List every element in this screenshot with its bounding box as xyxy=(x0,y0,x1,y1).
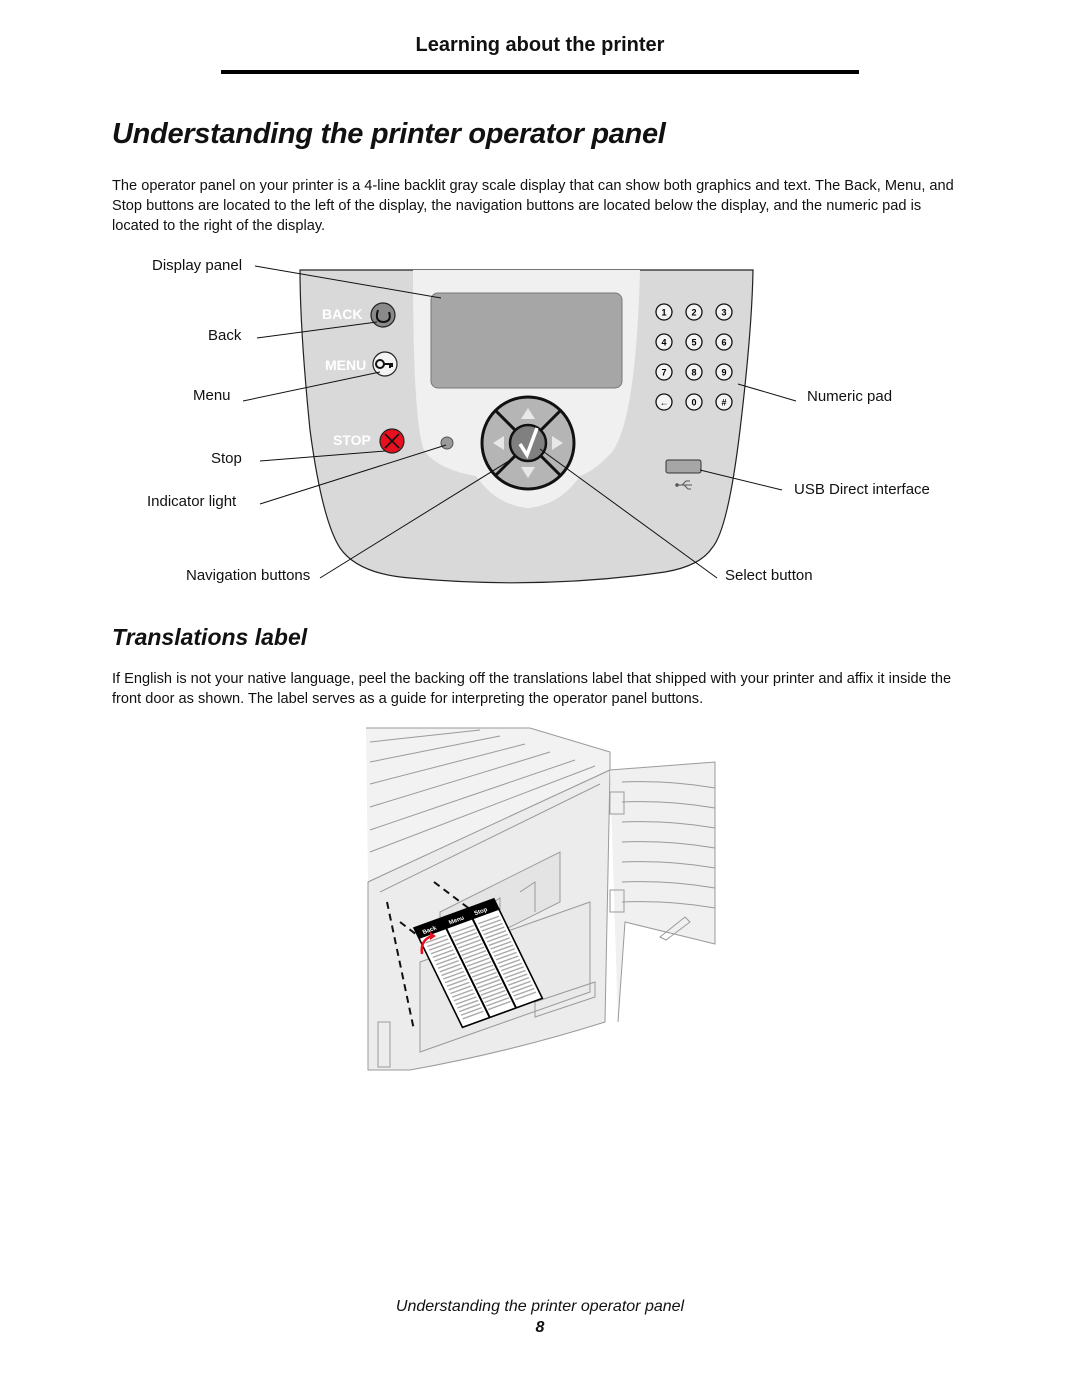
keypad-key[interactable]: 7 xyxy=(655,363,673,381)
operator-panel-figure: BACK MENU STOP 1 2 3 4 5 6 7 8 9 ← 0 # xyxy=(242,265,797,584)
keypad-key-label: 9 xyxy=(721,368,726,378)
keypad-key-label: 1 xyxy=(661,308,666,318)
keypad-key[interactable]: 2 xyxy=(685,303,703,321)
keypad-key[interactable]: 8 xyxy=(685,363,703,381)
callout-stop: Stop xyxy=(211,450,242,467)
keypad-key[interactable]: 1 xyxy=(655,303,673,321)
display-screen xyxy=(430,292,623,389)
keypad-key[interactable]: 6 xyxy=(715,333,733,351)
callout-display-panel: Display panel xyxy=(152,257,243,274)
keypad-key[interactable]: 0 xyxy=(685,393,703,411)
keypad-key[interactable]: # xyxy=(715,393,733,411)
translations-paragraph: If English is not your native language, … xyxy=(112,671,952,707)
navigation-pad[interactable] xyxy=(480,395,576,491)
keypad-key-label: 6 xyxy=(721,338,726,348)
callout-select-button: Select button xyxy=(725,567,813,584)
menu-button-label: MENU xyxy=(325,357,366,373)
intro-paragraph: The operator panel on your printer is a … xyxy=(112,178,954,234)
keypad-key-label: # xyxy=(721,398,726,408)
back-button[interactable] xyxy=(370,302,396,328)
indicator-light xyxy=(440,436,454,450)
page-number: 8 xyxy=(535,1319,545,1336)
keypad-key[interactable]: 4 xyxy=(655,333,673,351)
section-title-translations: Translations label xyxy=(112,624,308,650)
stop-button[interactable] xyxy=(379,428,405,454)
keypad-key-label: 3 xyxy=(721,308,726,318)
printer-door-illustration: Back Menu Stop xyxy=(366,727,716,1071)
keypad-key-label: 5 xyxy=(691,338,696,348)
callout-navigation-buttons: Navigation buttons xyxy=(186,567,311,584)
keypad-key[interactable]: 9 xyxy=(715,363,733,381)
keypad-key-label: 4 xyxy=(661,338,666,348)
keypad-key[interactable]: ← xyxy=(655,393,673,411)
keypad-key-label: 2 xyxy=(691,308,696,318)
callout-indicator-light: Indicator light xyxy=(147,493,237,510)
keypad-key[interactable]: 5 xyxy=(685,333,703,351)
stop-button-label: STOP xyxy=(333,432,371,448)
keypad-key[interactable]: 3 xyxy=(715,303,733,321)
keypad-key-label: ← xyxy=(660,398,669,408)
callout-back: Back xyxy=(208,327,242,344)
callout-numeric-pad: Numeric pad xyxy=(807,388,893,405)
header-rule xyxy=(221,70,859,74)
usb-port xyxy=(665,459,702,474)
back-button-label: BACK xyxy=(322,306,362,322)
keypad-key-label: 8 xyxy=(691,368,696,378)
callout-menu: Menu xyxy=(193,387,231,404)
page-title: Understanding the printer operator panel xyxy=(112,118,666,150)
callout-usb-direct: USB Direct interface xyxy=(794,481,930,498)
keypad-key-label: 7 xyxy=(661,368,666,378)
keypad-key-label: 0 xyxy=(691,398,696,408)
footer-title: Understanding the printer operator panel xyxy=(395,1298,685,1315)
running-header: Learning about the printer xyxy=(415,34,665,56)
